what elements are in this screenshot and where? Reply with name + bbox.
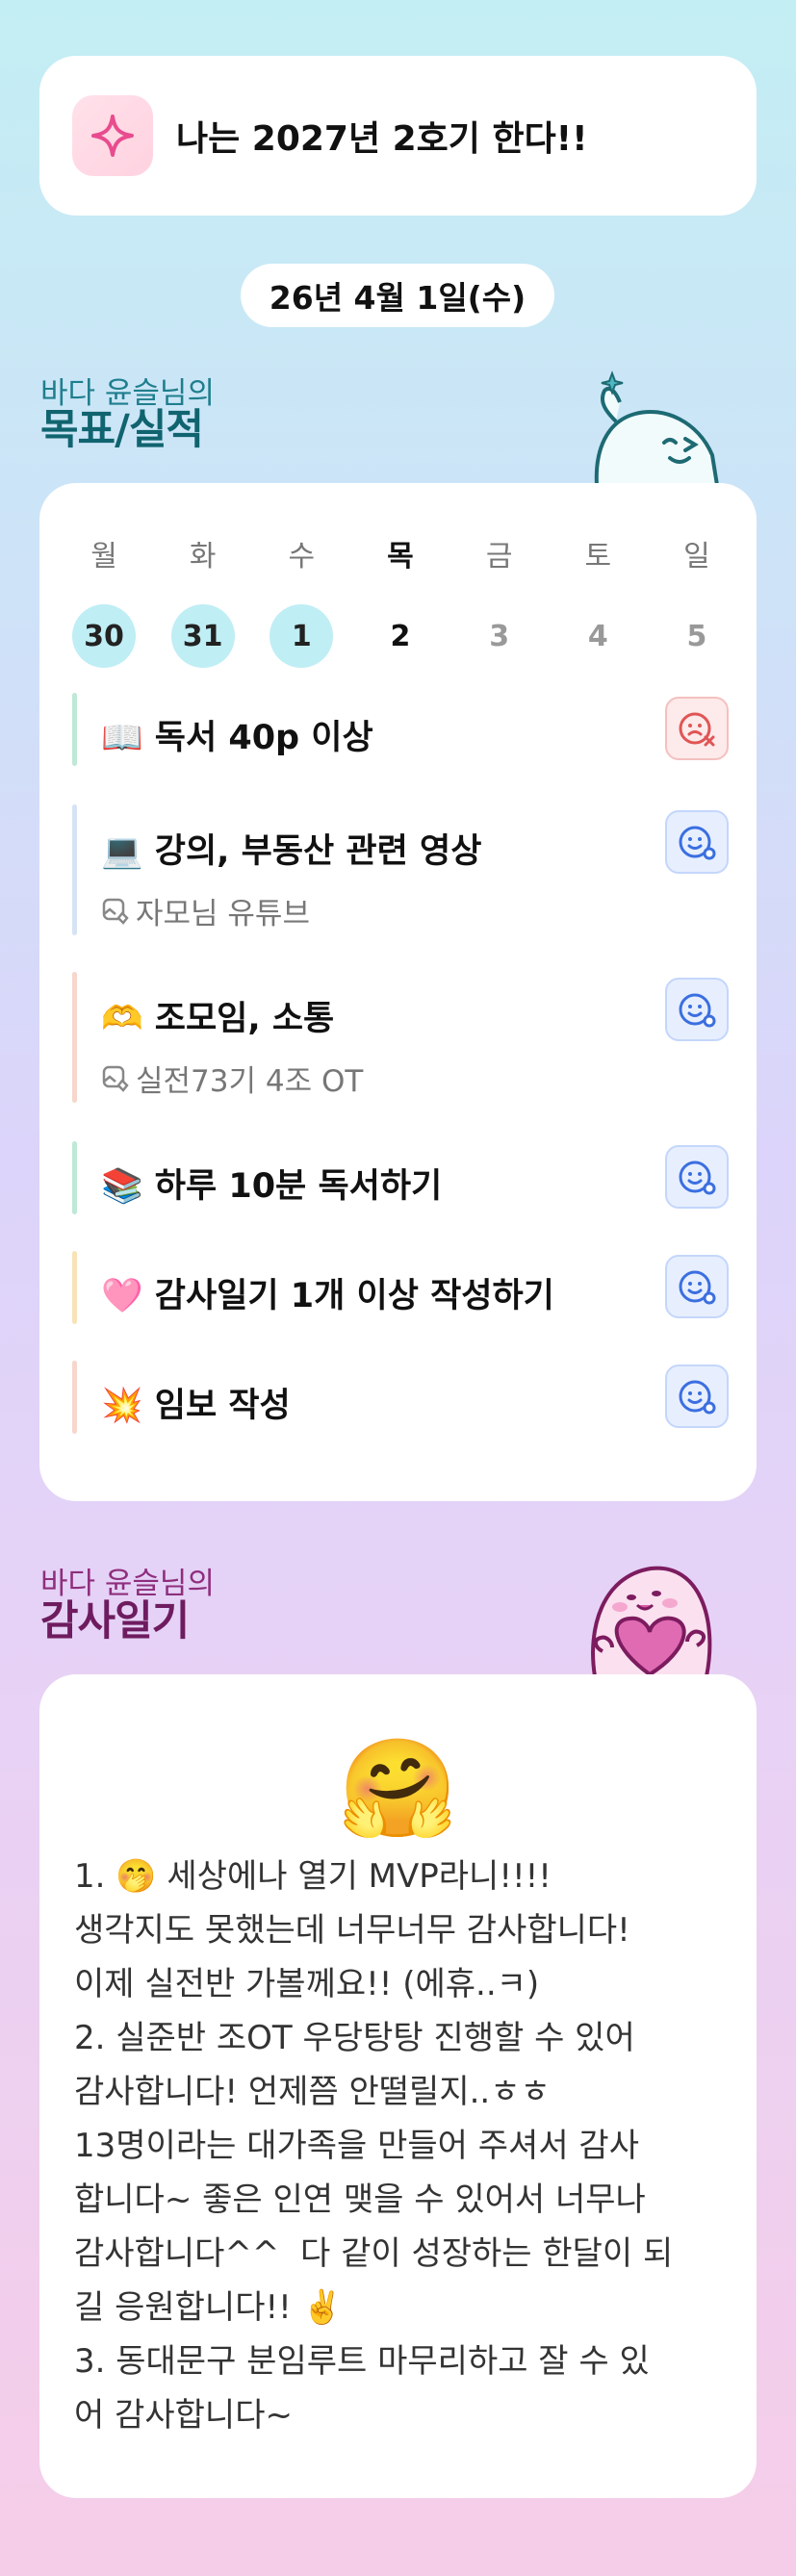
day-wed[interactable]: 수 1 (270, 535, 334, 668)
task-color-bar (72, 693, 77, 766)
status-done-button[interactable] (665, 1365, 729, 1428)
diary-card: 🤗 1. 🤭 세상에나 열기 MVP라니!!!! 생각지도 못했는데 너무너무 … (39, 1674, 757, 2498)
status-done-button[interactable] (665, 978, 729, 1041)
day-thu[interactable]: 목 2 (369, 535, 432, 668)
happy-face-icon (679, 993, 716, 1028)
status-done-button[interactable] (665, 810, 729, 874)
task-title: 📚 하루 10분 독서하기 (101, 1167, 443, 1206)
task-title: 📖 독서 40p 이상 (101, 719, 373, 757)
goal-text: 나는 2027년 2호기 한다!! (176, 119, 588, 159)
task-color-bar (72, 1251, 77, 1324)
task-title: 💥 임보 작성 (101, 1387, 291, 1425)
sparkle-icon (72, 95, 153, 176)
day-name: 토 (584, 540, 612, 574)
diary-section-title: 감사일기 (40, 1597, 190, 1645)
day-number: 3 (489, 619, 510, 653)
day-sat[interactable]: 토 4 (566, 535, 629, 668)
task-item[interactable]: 🩷 감사일기 1개 이상 작성하기 (72, 1251, 729, 1324)
task-color-bar (72, 804, 77, 935)
day-name: 수 (288, 540, 316, 574)
day-number: 4 (587, 619, 608, 653)
hugging-face-emoji: 🤗 (338, 1732, 458, 1845)
happy-face-icon (679, 1160, 716, 1195)
task-note-text: 자모님 유튜브 (136, 897, 310, 931)
task-color-bar (72, 1141, 77, 1214)
sad-face-icon (679, 712, 715, 747)
day-sun[interactable]: 일 5 (665, 535, 729, 668)
day-name: 월 (90, 540, 117, 574)
day-number: 1 (270, 604, 334, 668)
day-number: 31 (170, 604, 235, 668)
task-color-bar (72, 972, 77, 1103)
day-name: 화 (189, 540, 217, 574)
task-note: 실전73기 4조 OT (101, 1057, 363, 1100)
goals-card: 월 30 화 31 수 1 목 2 금 3 토 4 일 5 📖 독서 40p 이… (39, 483, 757, 1501)
heart-mascot-icon (591, 1566, 712, 1676)
day-fri[interactable]: 금 3 (468, 535, 531, 668)
ghost-mascot-icon (594, 370, 720, 485)
task-note: 자모님 유튜브 (101, 889, 310, 932)
status-done-button[interactable] (665, 1145, 729, 1209)
day-mon[interactable]: 월 30 (72, 535, 136, 668)
task-item[interactable]: 🫶 조모임, 소통 실전73기 4조 OT (72, 972, 729, 1103)
task-item[interactable]: 📖 독서 40p 이상 (72, 693, 729, 766)
task-note-text: 실전73기 4조 OT (136, 1064, 364, 1099)
diary-entry-text: 1. 🤭 세상에나 열기 MVP라니!!!! 생각지도 못했는데 너무너무 감사… (74, 1857, 674, 2435)
task-title: 🩷 감사일기 1개 이상 작성하기 (101, 1277, 554, 1315)
date-selector[interactable]: 26년 4월 1일(수) (241, 264, 554, 327)
day-number: 30 (72, 604, 136, 668)
happy-face-icon (679, 1270, 716, 1305)
task-item[interactable]: 💥 임보 작성 (72, 1361, 729, 1434)
status-fail-button[interactable] (665, 697, 729, 760)
day-number: 2 (390, 619, 411, 653)
happy-face-icon (679, 1380, 716, 1415)
goals-section-title: 목표/실적 (40, 406, 204, 454)
day-tue[interactable]: 화 31 (170, 535, 235, 668)
task-color-bar (72, 1361, 77, 1434)
happy-face-icon (679, 826, 716, 860)
task-title: 💻 강의, 부동산 관련 영상 (101, 832, 482, 871)
day-name: 금 (485, 540, 513, 574)
day-name: 목 (387, 540, 414, 574)
week-calendar: 월 30 화 31 수 1 목 2 금 3 토 4 일 5 (72, 535, 729, 668)
task-item[interactable]: 📚 하루 10분 독서하기 (72, 1141, 729, 1214)
day-name: 일 (683, 540, 710, 574)
image-note-icon (102, 1065, 129, 1092)
goal-card[interactable]: 나는 2027년 2호기 한다!! (39, 56, 757, 216)
task-item[interactable]: 💻 강의, 부동산 관련 영상 자모님 유튜브 (72, 804, 729, 935)
day-number: 5 (686, 619, 707, 653)
image-note-icon (102, 898, 129, 925)
status-done-button[interactable] (665, 1255, 729, 1318)
task-title: 🫶 조모임, 소통 (101, 1000, 335, 1038)
